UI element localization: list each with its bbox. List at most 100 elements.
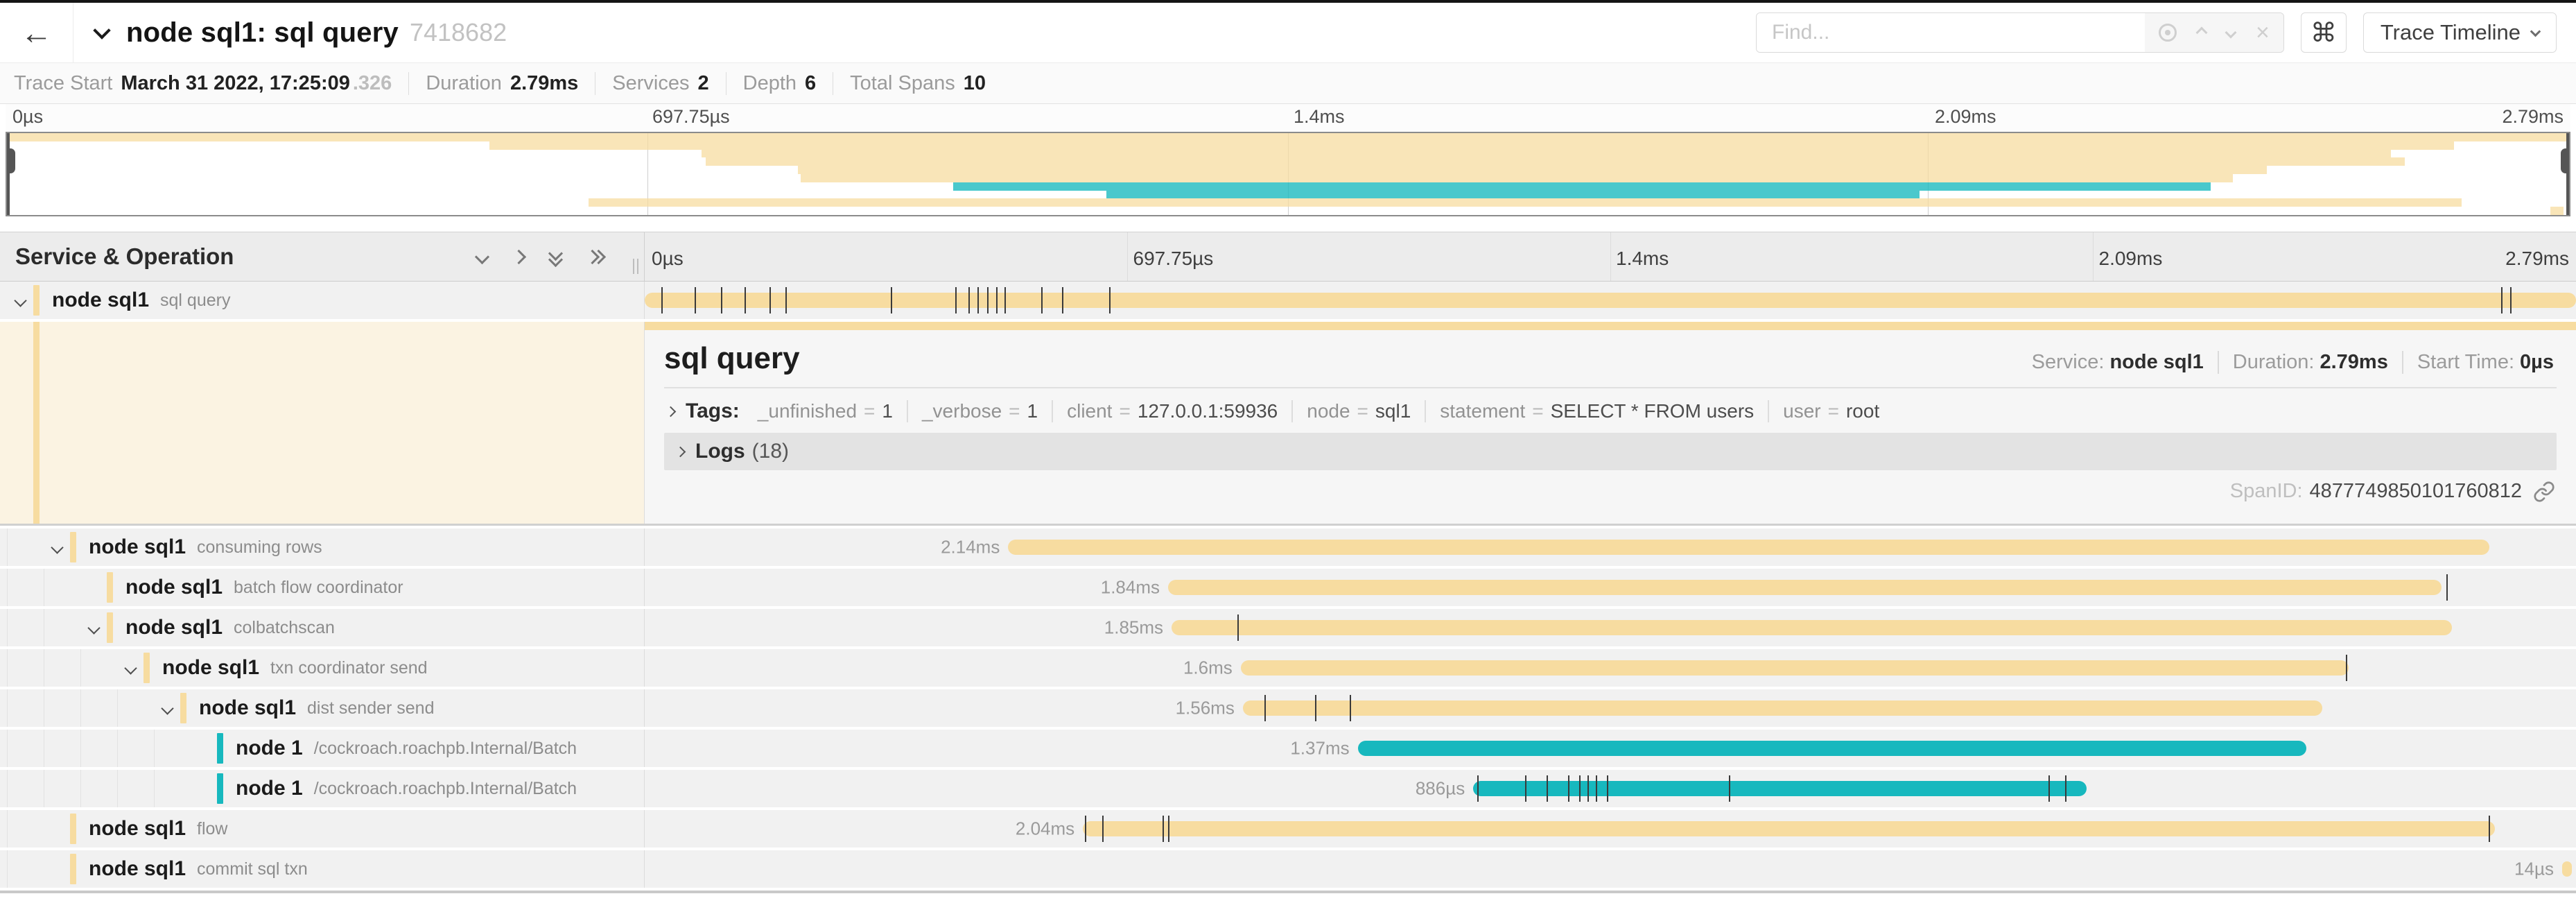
children-collapse-chevron-icon[interactable]: [14, 294, 26, 307]
log-marker-tick[interactable]: [1596, 775, 1597, 802]
tag-item[interactable]: client=127.0.0.1:59936: [1052, 400, 1291, 422]
span-gantt-cell[interactable]: [645, 282, 2576, 319]
clear-find-icon[interactable]: ×: [2256, 21, 2270, 44]
log-marker-tick[interactable]: [1729, 775, 1730, 802]
log-marker-tick[interactable]: [996, 287, 998, 313]
log-marker-tick[interactable]: [1350, 695, 1351, 721]
log-marker-tick[interactable]: [2446, 574, 2448, 601]
log-marker-tick[interactable]: [1004, 287, 1006, 313]
log-marker-tick[interactable]: [1085, 816, 1086, 842]
log-marker-tick[interactable]: [987, 287, 989, 313]
log-marker-tick[interactable]: [1041, 287, 1043, 313]
log-marker-tick[interactable]: [1525, 775, 1526, 802]
children-collapse-chevron-icon[interactable]: [87, 621, 100, 634]
span-gantt-cell[interactable]: 2.04ms: [645, 810, 2576, 848]
log-marker-tick[interactable]: [955, 287, 957, 313]
span-bar[interactable]: [2562, 861, 2572, 877]
collapse-one-icon[interactable]: [475, 249, 489, 264]
log-marker-tick[interactable]: [968, 287, 970, 313]
span-bar[interactable]: [1172, 620, 2452, 635]
span-row[interactable]: node sql1consuming rows2.14ms: [0, 528, 2576, 566]
span-bar[interactable]: [1243, 700, 2323, 716]
log-marker-tick[interactable]: [1315, 695, 1316, 721]
span-tree-cell[interactable]: node sql1batch flow coordinator: [0, 569, 645, 606]
expand-all-icon[interactable]: [587, 252, 604, 262]
span-row[interactable]: node sql1commit sql txn14µs: [0, 850, 2576, 888]
span-gantt-cell[interactable]: 1.56ms: [645, 689, 2576, 727]
span-gantt-cell[interactable]: 886µs: [645, 770, 2576, 807]
span-tree-cell[interactable]: node sql1sql query: [0, 282, 645, 319]
log-marker-tick[interactable]: [2510, 287, 2512, 313]
logs-row[interactable]: Logs (18): [664, 433, 2557, 470]
focus-match-icon[interactable]: [2159, 24, 2177, 42]
span-row[interactable]: node sql1flow2.04ms: [0, 810, 2576, 848]
find-input[interactable]: [1757, 13, 2145, 52]
span-row[interactable]: node sql1dist sender send1.56ms: [0, 689, 2576, 727]
next-match-icon[interactable]: [2225, 27, 2237, 39]
logs-expand-chevron-icon[interactable]: [675, 446, 686, 457]
log-marker-tick[interactable]: [2065, 775, 2066, 802]
log-marker-tick[interactable]: [721, 287, 722, 313]
span-row[interactable]: node sql1sql query: [0, 282, 2576, 319]
tag-item[interactable]: _verbose=1: [907, 400, 1052, 422]
log-marker-tick[interactable]: [1062, 287, 1063, 313]
collapse-all-icon[interactable]: [550, 248, 561, 265]
log-marker-tick[interactable]: [785, 287, 787, 313]
span-row[interactable]: node sql1batch flow coordinator1.84ms: [0, 569, 2576, 606]
span-bar[interactable]: [1083, 821, 2495, 836]
back-button[interactable]: ←: [0, 3, 73, 62]
log-marker-tick[interactable]: [1109, 287, 1111, 313]
span-row[interactable]: node 1/cockroach.roachpb.Internal/Batch1…: [0, 730, 2576, 767]
tag-item[interactable]: statement=SELECT * FROM users: [1425, 400, 1768, 422]
tag-item[interactable]: user=root: [1768, 400, 1893, 422]
column-resize-handle[interactable]: [633, 259, 638, 274]
log-marker-tick[interactable]: [769, 287, 771, 313]
copy-link-icon[interactable]: [2533, 481, 2555, 503]
span-tree-cell[interactable]: node sql1colbatchscan: [0, 609, 645, 646]
log-marker-tick[interactable]: [1587, 775, 1589, 802]
tags-row[interactable]: Tags: _unfinished=1_verbose=1client=127.…: [664, 388, 2557, 433]
span-tree-cell[interactable]: node sql1txn coordinator send: [0, 649, 645, 687]
span-gantt-cell[interactable]: 1.84ms: [645, 569, 2576, 606]
log-marker-tick[interactable]: [2048, 775, 2050, 802]
children-collapse-chevron-icon[interactable]: [161, 702, 173, 714]
span-row[interactable]: node sql1colbatchscan1.85ms: [0, 609, 2576, 646]
span-tree-cell[interactable]: node sql1flow: [0, 810, 645, 848]
span-tree-cell[interactable]: node sql1consuming rows: [0, 528, 645, 566]
span-row[interactable]: node sql1txn coordinator send1.6ms: [0, 649, 2576, 687]
tag-item[interactable]: node=sql1: [1291, 400, 1425, 422]
trace-minimap[interactable]: [6, 132, 2570, 216]
trace-collapse-chevron-icon[interactable]: [93, 22, 110, 39]
expand-one-icon[interactable]: [512, 249, 526, 264]
span-tree-cell[interactable]: node 1/cockroach.roachpb.Internal/Batch: [0, 770, 645, 807]
log-marker-tick[interactable]: [1547, 775, 1548, 802]
span-gantt-cell[interactable]: 1.6ms: [645, 649, 2576, 687]
tags-expand-chevron-icon[interactable]: [665, 406, 677, 417]
span-gantt-cell[interactable]: 14µs: [645, 850, 2576, 888]
span-tree-cell[interactable]: node sql1commit sql txn: [0, 850, 645, 888]
log-marker-tick[interactable]: [695, 287, 696, 313]
log-marker-tick[interactable]: [1264, 695, 1266, 721]
log-marker-tick[interactable]: [1579, 775, 1581, 802]
span-gantt-cell[interactable]: 1.85ms: [645, 609, 2576, 646]
log-marker-tick[interactable]: [891, 287, 892, 313]
log-marker-tick[interactable]: [2501, 287, 2503, 313]
log-marker-tick[interactable]: [1568, 775, 1569, 802]
children-collapse-chevron-icon[interactable]: [51, 541, 63, 553]
span-bar[interactable]: [1008, 540, 2489, 555]
log-marker-tick[interactable]: [1102, 816, 1104, 842]
span-gantt-cell[interactable]: 1.37ms: [645, 730, 2576, 767]
log-marker-tick[interactable]: [977, 287, 979, 313]
minimap-right-scrubber[interactable]: [2566, 133, 2569, 215]
log-marker-tick[interactable]: [2346, 655, 2347, 681]
span-tree-cell[interactable]: node 1/cockroach.roachpb.Internal/Batch: [0, 730, 645, 767]
span-bar[interactable]: [1473, 781, 2087, 796]
trace-view-select[interactable]: Trace Timeline: [2363, 12, 2557, 53]
log-marker-tick[interactable]: [745, 287, 746, 313]
span-bar[interactable]: [1241, 660, 2349, 676]
tag-item[interactable]: _unfinished=1: [744, 400, 907, 422]
span-bar[interactable]: [645, 293, 2576, 308]
minimap-left-scrubber[interactable]: [7, 133, 10, 215]
span-gantt-cell[interactable]: 2.14ms: [645, 528, 2576, 566]
log-marker-tick[interactable]: [1477, 775, 1479, 802]
